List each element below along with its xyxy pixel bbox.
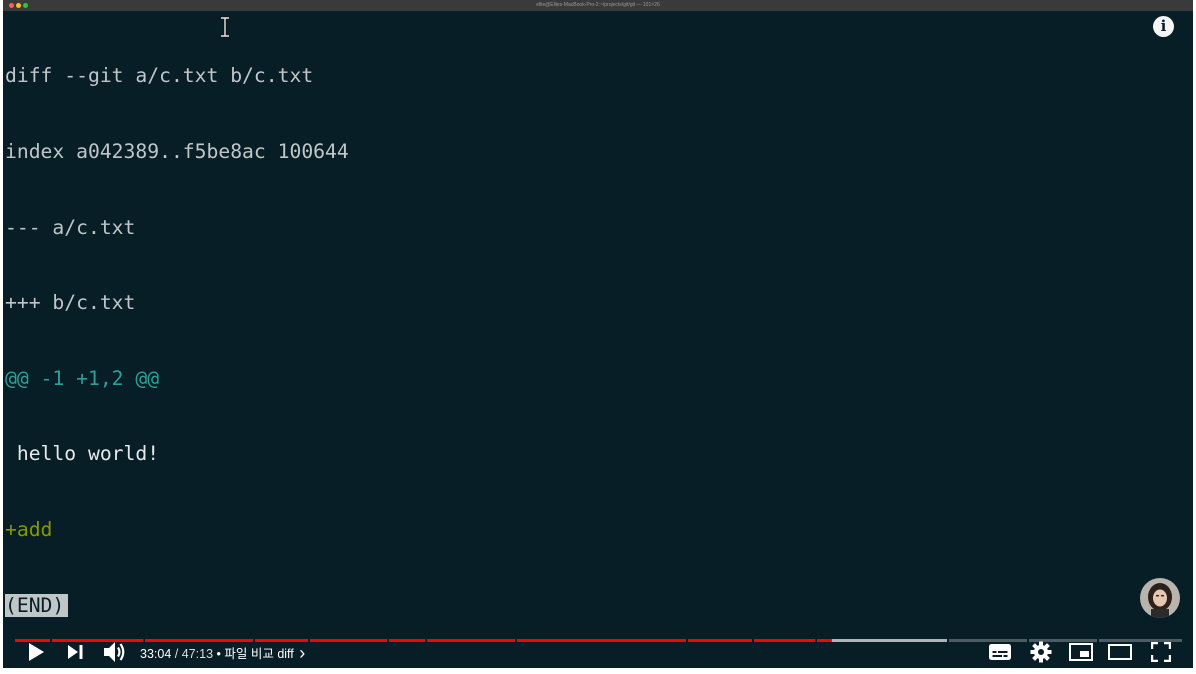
chapter-bullet: • — [216, 647, 221, 661]
volume-icon — [104, 642, 125, 662]
new-file-line: +++ b/c.txt — [5, 290, 349, 315]
duration: 47:13 — [181, 647, 214, 661]
info-icon[interactable]: i — [1153, 16, 1174, 37]
play-icon — [29, 643, 44, 661]
subtitles-icon — [989, 644, 1011, 660]
player-controls: 33:04 / 47:13 • 파일 비교 diff › — [3, 636, 1193, 668]
progress-bar[interactable]: 0.7 0.8 — [15, 629, 1182, 642]
old-file-line: --- a/c.txt — [5, 215, 349, 240]
subtitles-button[interactable] — [987, 636, 1013, 668]
theater-mode-button[interactable] — [1106, 636, 1134, 668]
diff-header-text: diff --git a/c.txt b/c.txt — [5, 64, 314, 88]
new-file-text: +++ b/c.txt — [5, 291, 136, 315]
settings-button[interactable] — [1028, 636, 1054, 668]
text-cursor-icon — [221, 16, 229, 38]
index-line: index a042389..f5be8ac 100644 — [5, 139, 349, 164]
hunk-header-line: @@ -1 +1,2 @@ — [5, 366, 349, 391]
volume-button[interactable] — [101, 636, 129, 668]
added-line: +add — [5, 517, 349, 542]
play-button[interactable] — [23, 636, 49, 668]
channel-avatar[interactable] — [1140, 578, 1180, 618]
diff-header-line: diff --git a/c.txt b/c.txt — [5, 63, 349, 88]
hunk-header-text: @@ -1 +1,2 @@ — [5, 366, 160, 390]
window-title: ellie@Ellies-MacBook-Pro-2:~/projects/gi… — [536, 2, 660, 8]
fullscreen-button[interactable] — [1147, 636, 1175, 668]
theater-icon — [1108, 644, 1132, 660]
next-icon — [67, 645, 82, 659]
context-text: hello world! — [5, 442, 160, 466]
old-file-text: --- a/c.txt — [5, 215, 136, 239]
terminal-title-bar: ellie@Ellies-MacBook-Pro-2:~/projects/gi… — [3, 0, 1193, 11]
video-player[interactable]: ellie@Ellies-MacBook-Pro-2:~/projects/gi… — [3, 0, 1193, 668]
miniplayer-icon — [1069, 643, 1093, 661]
terminal-output: diff --git a/c.txt b/c.txt index a042389… — [5, 13, 349, 668]
chapter-chevron-icon[interactable]: › — [299, 643, 305, 663]
added-text: +add — [5, 517, 53, 541]
next-button[interactable] — [63, 636, 87, 668]
settings-icon — [1030, 641, 1052, 663]
index-text: index a042389..f5be8ac 100644 — [5, 140, 349, 163]
pager-end-marker: (END) — [5, 593, 69, 617]
pager-status-line: (END) — [5, 593, 349, 618]
time-display: 33:04 / 47:13 • 파일 비교 diff › — [140, 636, 305, 668]
fullscreen-icon — [1151, 642, 1171, 662]
time-separator: / — [174, 647, 179, 661]
miniplayer-button[interactable] — [1067, 636, 1095, 668]
context-line: hello world! — [5, 441, 349, 466]
chapter-title[interactable]: 파일 비교 diff — [224, 647, 293, 661]
current-time: 33:04 — [140, 647, 172, 661]
